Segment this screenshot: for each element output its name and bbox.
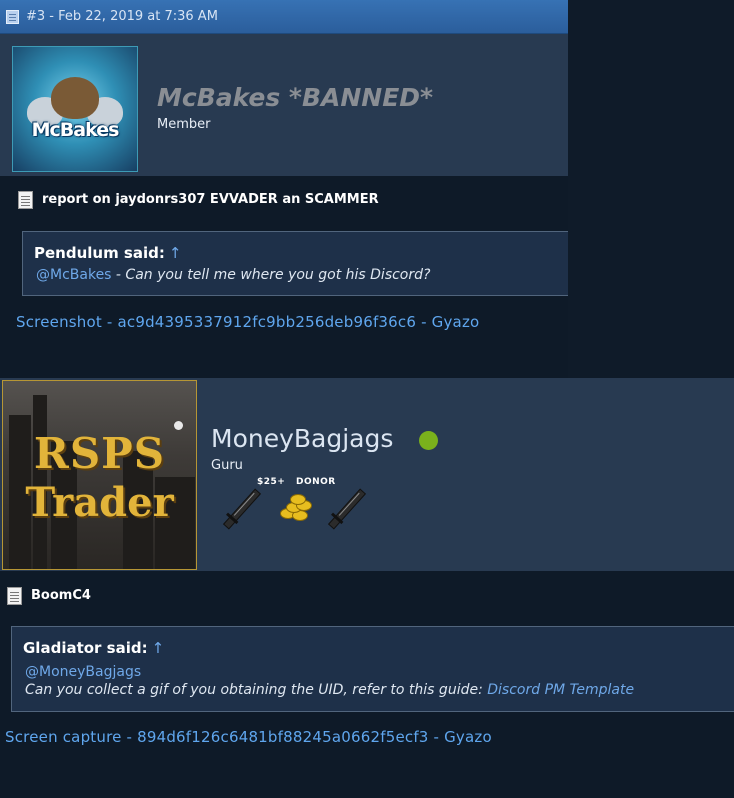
username[interactable]: MoneyBagjags <box>211 424 393 453</box>
quote-block: Pendulum said: ↑ @McBakes - Can you tell … <box>22 231 568 296</box>
user-mention[interactable]: @MoneyBagjags <box>25 664 141 680</box>
post-header: #3 - Feb 22, 2019 at 7:36 AM <box>0 0 568 34</box>
avatar-logo-text: McBakes <box>31 119 120 141</box>
guide-link[interactable]: Discord PM Template <box>487 682 634 698</box>
coins-badge-icon <box>278 494 314 522</box>
user-title: Guru <box>211 458 243 473</box>
quote-text: - Can you tell me where you got his Disc… <box>111 267 431 283</box>
avatar-logo-text: RSPS <box>33 429 166 478</box>
quote-author-label: Pendulum said: <box>34 244 165 262</box>
user-title: Member <box>157 117 211 132</box>
quote-content: @McBakes - Can you tell me where you got… <box>36 267 430 283</box>
gyazo-link[interactable]: Screenshot - ac9d4395337912fc9bb256deb96… <box>16 313 479 331</box>
quote-author: Gladiator said: ↑ <box>23 639 164 657</box>
money-bag-icon <box>51 77 99 119</box>
document-icon <box>18 191 33 209</box>
quote-block: Gladiator said: ↑ @MoneyBagjags Can you c… <box>11 626 734 712</box>
jump-to-quote-icon[interactable]: ↑ <box>169 244 182 262</box>
quote-text: Can you collect a gif of you obtaining t… <box>25 682 488 698</box>
post-icon <box>6 10 19 24</box>
avatar[interactable]: McBakes <box>12 46 138 172</box>
gyazo-link[interactable]: Screen capture - 894d6f126c6481bf88245a0… <box>5 728 492 746</box>
thread-title: report on jaydonrs307 EVVADER an SCAMMER <box>42 192 379 207</box>
badge-label: $25+ <box>257 477 286 487</box>
avatar[interactable]: RSPS Trader <box>2 380 197 570</box>
badge-label: DONOR <box>296 477 336 487</box>
thread-title: BoomC4 <box>31 588 91 603</box>
jump-to-quote-icon[interactable]: ↑ <box>152 639 165 657</box>
post-date[interactable]: #3 - Feb 22, 2019 at 7:36 AM <box>26 9 218 24</box>
document-icon <box>7 587 22 605</box>
avatar-logo-text: Trader <box>25 479 174 526</box>
user-mention[interactable]: @McBakes <box>36 267 111 283</box>
quote-author-label: Gladiator said: <box>23 639 148 657</box>
username[interactable]: McBakes *BANNED* <box>157 83 433 112</box>
quote-content: Can you collect a gif of you obtaining t… <box>25 682 634 698</box>
quote-author: Pendulum said: ↑ <box>34 244 181 262</box>
online-status-indicator <box>419 431 438 450</box>
